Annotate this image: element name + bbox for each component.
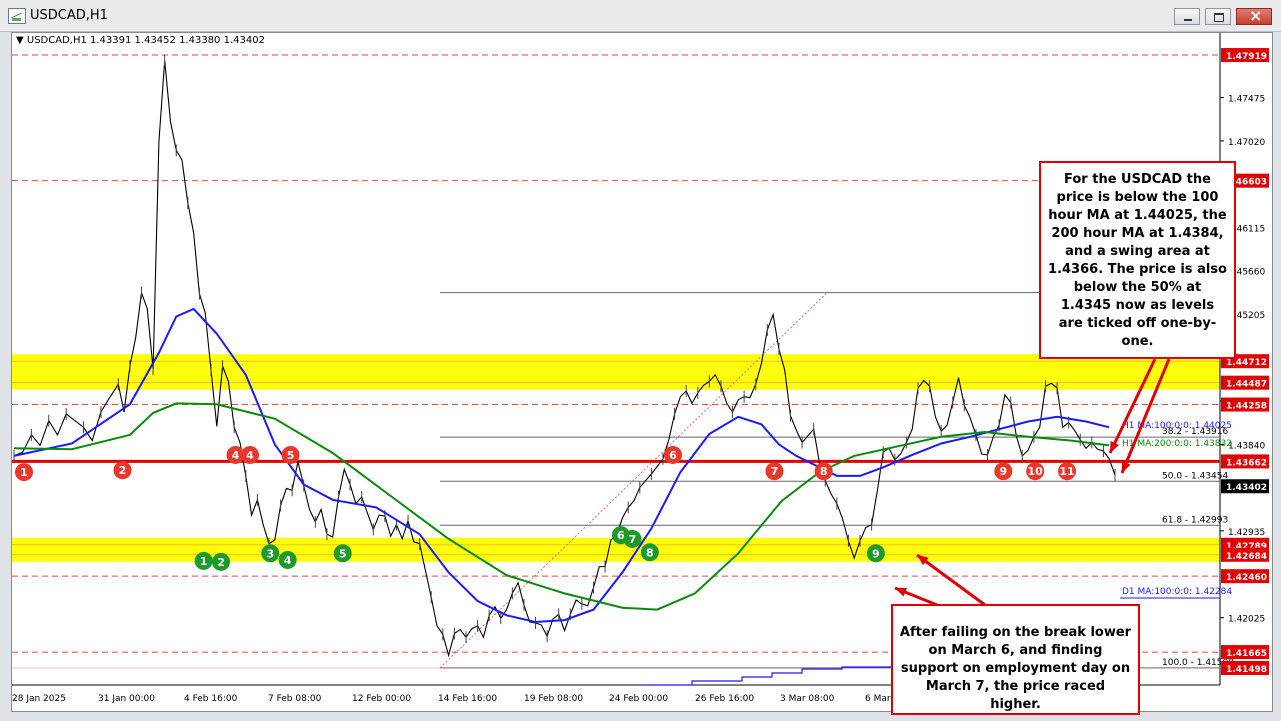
d1-ma-staircase: [642, 661, 893, 686]
price-marker-label-3: 1.44487: [1226, 380, 1267, 390]
price-tick-label-9: 1.42025: [1228, 615, 1265, 625]
red-label-2-text: 4: [232, 449, 240, 462]
price-marker-label-9: 1.42460: [1226, 573, 1267, 583]
price-marker-label-11: 1.41498: [1226, 665, 1267, 675]
price-marker-label-10: 1.41665: [1226, 649, 1267, 659]
chart-header: ▼ USDCAD,H1 1.43391 1.43452 1.43380 1.43…: [16, 35, 265, 46]
time-tick-label-1: 31 Jan 00:00: [98, 694, 155, 704]
red-label-9-text: 10: [1028, 465, 1044, 478]
green-label-7-text: 8: [646, 546, 654, 559]
support-resistance-zone-0: [12, 354, 1220, 390]
red-label-1-text: 2: [119, 464, 127, 477]
symbol-ohlc-line: USDCAD,H1 1.43391 1.43452 1.43380 1.4340…: [26, 35, 265, 46]
red-label-0-text: 1: [20, 466, 28, 479]
chart-menu-triangle-icon[interactable]: ▼: [16, 35, 27, 46]
green-label-1-text: 2: [217, 556, 225, 569]
ma-label-2: D1 MA:100:0:0: 1.42284: [1122, 587, 1232, 597]
green-label-3-text: 4: [284, 554, 292, 567]
red-label-8-text: 9: [999, 465, 1007, 478]
price-marker-label-0: 1.47919: [1226, 52, 1267, 62]
time-tick-label-2: 4 Feb 16:00: [184, 694, 238, 704]
red-label-10-text: 11: [1059, 465, 1074, 478]
fib-label-1: 50.0 - 1.43454: [1162, 471, 1228, 481]
price-tick-label-0: 1.47475: [1228, 94, 1265, 104]
time-tick-label-8: 26 Feb 16:00: [695, 694, 754, 704]
green-label-6-text: 7: [629, 533, 637, 546]
time-tick-label-9: 3 Mar 08:00: [780, 694, 835, 704]
time-tick-label-7: 24 Feb 00:00: [609, 694, 668, 704]
time-tick-label-4: 12 Feb 00:00: [352, 694, 411, 704]
window-title: USDCAD,H1: [30, 8, 108, 23]
price-marker-label-8: 1.42684: [1226, 552, 1267, 562]
close-button[interactable]: [1236, 6, 1272, 25]
annotation-box-bottom: After failing on the break lower on Marc…: [891, 604, 1140, 715]
maximize-button[interactable]: [1205, 8, 1231, 25]
red-label-3-text: 4: [246, 449, 254, 462]
time-tick-label-5: 14 Feb 16:00: [438, 694, 497, 704]
price-tick-label-8: 1.42935: [1228, 528, 1265, 538]
red-label-5-text: 6: [669, 449, 677, 462]
red-label-7-text: 8: [820, 465, 828, 478]
chart-area[interactable]: 1.474751.470201.461151.456601.452051.447…: [11, 32, 1273, 715]
time-tick-label-3: 7 Feb 08:00: [268, 694, 322, 704]
price-marker-label-4: 1.44258: [1226, 402, 1267, 412]
ma200-line: [13, 402, 1110, 611]
time-tick-label-6: 19 Feb 08:00: [524, 694, 583, 704]
minimize-button[interactable]: [1174, 8, 1200, 25]
arrow-to-march6-low-head: [895, 587, 907, 597]
time-tick-label-0: 28 Jan 2025: [12, 694, 66, 704]
green-label-2-text: 3: [266, 547, 274, 560]
ma-label-1: H1 MA:200:0:0: 1.43832: [1122, 439, 1232, 449]
arrow-to-support-label-shaft: [916, 553, 986, 607]
title-bar: USDCAD,H1: [0, 0, 1281, 32]
red-label-6-text: 7: [771, 465, 779, 478]
fib-label-2: 61.8 - 1.42993: [1162, 515, 1228, 525]
price-marker-label-6: 1.43402: [1226, 483, 1267, 493]
annotation-box-top: For the USDCAD the price is below the 10…: [1039, 161, 1236, 359]
green-label-8-text: 9: [872, 547, 880, 560]
price-tick-label-1: 1.47020: [1228, 138, 1265, 148]
green-label-4-text: 5: [339, 547, 347, 560]
red-label-4-text: 5: [287, 449, 295, 462]
price-marker-label-5: 1.43662: [1226, 458, 1267, 468]
price-marker-label-2: 1.44712: [1226, 358, 1267, 368]
green-label-0-text: 1: [200, 555, 208, 568]
chart-window-icon: [8, 8, 26, 24]
price-tick-label-7: 1.43840: [1228, 441, 1265, 451]
time-tick-label-10: 6 Mar: [865, 694, 891, 704]
